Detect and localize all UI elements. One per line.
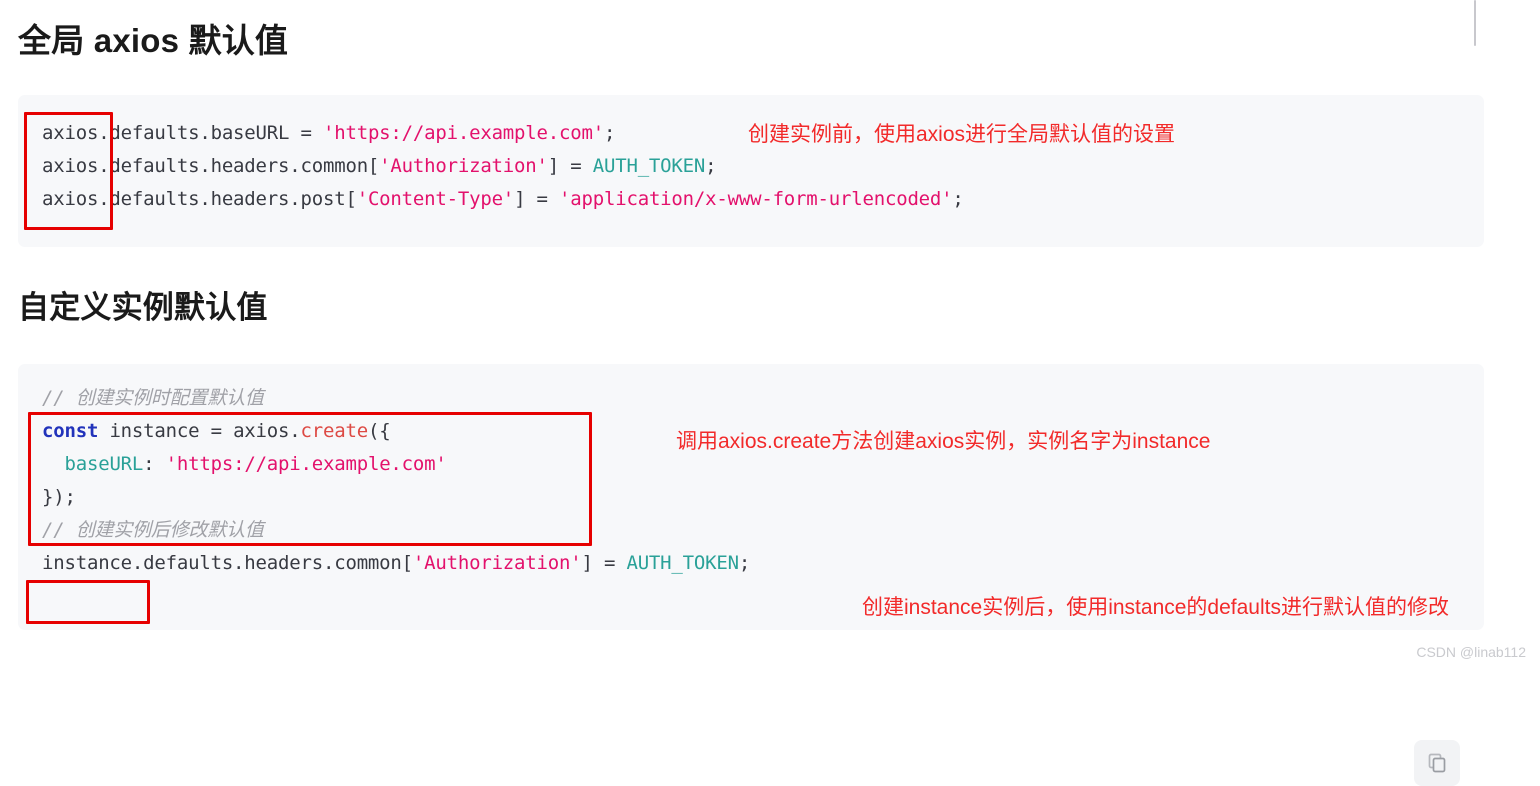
code-token: ; xyxy=(738,552,751,574)
code-line: }); xyxy=(42,481,750,514)
page-scrollbar-thumb[interactable] xyxy=(1474,0,1476,46)
code-token: axios.defaults.headers.common[ xyxy=(42,155,380,177)
copy-code-button[interactable] xyxy=(1414,740,1460,786)
code-token: 'https://api.example.com' xyxy=(322,122,604,144)
page-title-instance-defaults: 自定义实例默认值 xyxy=(18,290,268,325)
csdn-watermark: CSDN @linab112 xyxy=(1416,644,1526,660)
code-block-global-defaults: axios.defaults.baseURL = 'https://api.ex… xyxy=(18,95,1484,247)
code-token: const xyxy=(42,420,99,442)
code-token: 'Authorization' xyxy=(379,155,548,177)
code-token: create xyxy=(300,420,369,442)
code-token: AUTH_TOKEN xyxy=(592,155,706,177)
code-token: 'Authorization' xyxy=(412,552,582,574)
code-token: : xyxy=(143,453,166,475)
code-token: instance.defaults.headers.common[ xyxy=(42,552,413,574)
code-line: // 创建实例时配置默认值 xyxy=(42,382,750,415)
code-token: ] = xyxy=(514,188,560,210)
code-token: // 创建实例后修改默认值 xyxy=(42,519,264,541)
page-root: 全局 axios 默认值 axios.defaults.baseURL = 'h… xyxy=(0,0,1540,786)
code-token: }); xyxy=(42,486,76,508)
code-line: axios.defaults.headers.common['Authoriza… xyxy=(42,150,964,183)
code-instance-defaults-content: // 创建实例时配置默认值 const instance = axios.crea… xyxy=(42,382,750,580)
code-token: baseURL xyxy=(64,453,144,475)
code-token: 'https://api.example.com' xyxy=(165,453,447,475)
page-scrollbar-track[interactable] xyxy=(1474,0,1510,666)
annotation-create-instance: 调用axios.create方法创建axios实例，实例名字为instance xyxy=(676,430,1211,453)
code-token: axios.defaults.baseURL = xyxy=(42,122,323,144)
annotation-global-defaults: 创建实例前，使用axios进行全局默认值的设置 xyxy=(748,123,1176,146)
code-line: // 创建实例后修改默认值 xyxy=(42,514,750,547)
code-line: baseURL: 'https://api.example.com' xyxy=(42,448,750,481)
code-token: instance = axios. xyxy=(98,420,301,442)
page-title-global-defaults: 全局 axios 默认值 xyxy=(18,22,289,59)
code-token: axios.defaults.headers.post[ xyxy=(42,188,357,210)
code-token: ] = xyxy=(581,552,627,574)
code-token: ] = xyxy=(547,155,593,177)
copy-icon xyxy=(1426,752,1448,774)
annotation-modify-defaults: 创建instance实例后，使用instance的defaults进行默认值的修… xyxy=(862,596,1449,619)
code-token: // 创建实例时配置默认值 xyxy=(42,387,264,409)
code-block-instance-defaults: // 创建实例时配置默认值 const instance = axios.crea… xyxy=(18,364,1484,786)
code-token: ({ xyxy=(367,420,391,442)
code-line: axios.defaults.headers.post['Content-Typ… xyxy=(42,183,964,216)
code-token: 'Content-Type' xyxy=(356,188,515,210)
code-line: instance.defaults.headers.common['Author… xyxy=(42,547,750,580)
code-token: ; xyxy=(705,155,717,177)
code-token: AUTH_TOKEN xyxy=(626,552,739,574)
code-line: const instance = axios.create({ xyxy=(42,415,750,448)
code-token: ; xyxy=(952,188,964,210)
code-token: 'application/x-www-form-urlencoded' xyxy=(559,188,953,210)
code-token: ; xyxy=(603,122,616,144)
